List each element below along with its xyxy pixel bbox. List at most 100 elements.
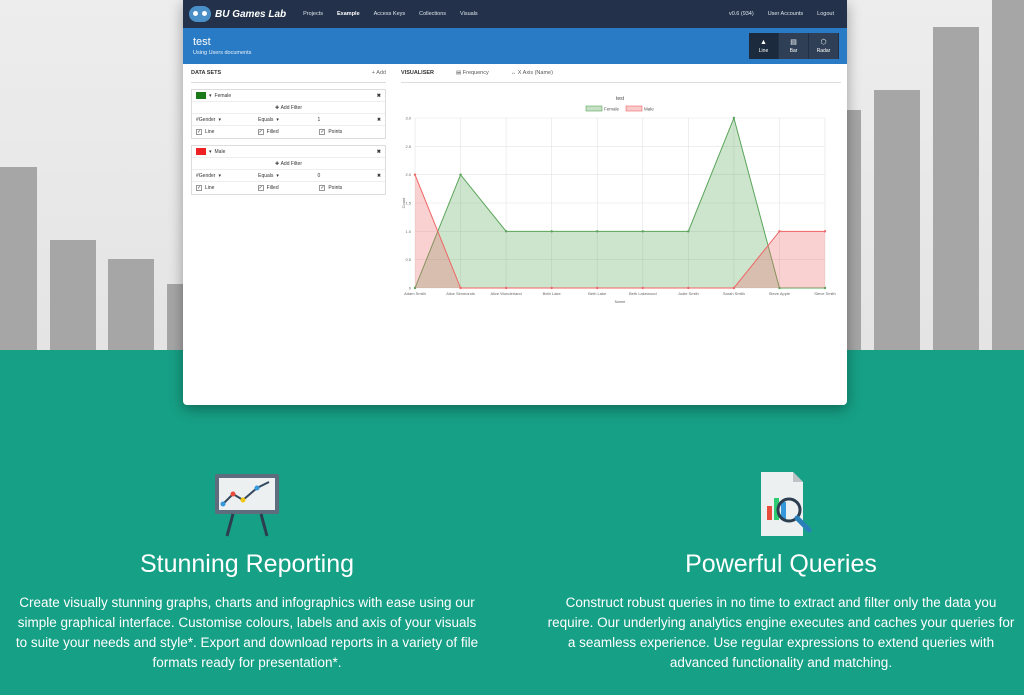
x-tick-label: Jodie Smith (678, 291, 699, 296)
chart-type-label: Radar (816, 48, 831, 54)
chart-type-radar-button[interactable]: ⬡ Radar (809, 33, 839, 59)
y-tick-label: 0.5 (405, 257, 411, 262)
x-tick-label: Alice Simmonds (446, 291, 475, 296)
y-tick-label: 2.0 (405, 172, 411, 177)
filter-operator-select[interactable]: Equals ▾ (258, 117, 317, 123)
close-icon[interactable]: ✖ (377, 117, 381, 123)
x-tick-label: Adam Smith (404, 291, 426, 296)
data-point (732, 286, 736, 290)
chart-type-label: Bar (789, 48, 798, 54)
filter-value-input[interactable]: 0 (317, 173, 376, 179)
y-tick-label: 1.5 (405, 201, 411, 206)
data-point (550, 230, 553, 233)
option-line-checkbox[interactable]: ✓ Line (196, 129, 258, 135)
nav-user-accounts[interactable]: User Accounts (761, 11, 810, 17)
nav-logout[interactable]: Logout (810, 11, 841, 17)
arrows-icon: ↔ (510, 70, 518, 76)
filter-field-select[interactable]: Gender ▾ (199, 117, 258, 123)
option-line-checkbox[interactable]: ✓ Line (196, 185, 258, 191)
filter-value-input[interactable]: 1 (317, 117, 376, 123)
color-swatch[interactable] (196, 92, 206, 99)
dataset-name[interactable]: Male (215, 149, 226, 155)
legend-swatch (625, 105, 643, 112)
area-chart: test Female Male 0 0.5 1.0 1.5 2.0 2.5 3.0 Adam Sm… (401, 96, 836, 304)
data-point (459, 286, 462, 290)
close-icon[interactable]: ✖ (377, 93, 381, 99)
data-point (687, 286, 690, 290)
color-swatch[interactable] (196, 148, 206, 155)
data-point (823, 230, 827, 233)
feature-title: Powerful Queries (685, 550, 877, 578)
logo[interactable]: BU Games Lab (189, 6, 286, 22)
filter-operator-select[interactable]: Equals ▾ (258, 173, 317, 179)
document-search-icon (761, 472, 812, 536)
robot-logo-icon (189, 6, 211, 22)
app-screenshot: BU Games Lab Projects Example Access Key… (183, 0, 847, 405)
y-tick-label: 3.0 (405, 116, 411, 121)
add-dataset-button[interactable]: + Add (372, 70, 386, 76)
logo-text: BU Games Lab (215, 8, 287, 20)
feature-stunning-reporting: Stunning Reporting Create visually stunn… (12, 470, 482, 673)
filter-field-select[interactable]: Gender ▾ (199, 173, 258, 179)
caret-down-icon[interactable]: ▾ (209, 149, 212, 155)
dataset-name[interactable]: Female (215, 93, 232, 99)
caret-down-icon[interactable]: ▾ (209, 93, 212, 99)
chart-type-line-button[interactable]: ▲ Line (749, 33, 779, 59)
nav-visuals[interactable]: Visuals (453, 11, 485, 17)
x-tick-label: Alice Wonderland (490, 291, 521, 296)
add-filter-button[interactable]: Add Filter (281, 105, 302, 111)
add-filter-button[interactable]: Add Filter (281, 161, 302, 167)
x-tick-label: Steve Apple (769, 291, 791, 296)
background-bar (108, 259, 154, 350)
dataset-card-female: ▾ Female ✖ ✚ Add Filter # Gender ▾ Equals… (191, 89, 386, 139)
version-label: v0.6 (934) (728, 11, 754, 17)
data-point (413, 173, 417, 176)
chart-title: test (616, 96, 625, 102)
y-axis-label: Count (401, 197, 406, 209)
background-bar (992, 0, 1024, 350)
feature-title: Stunning Reporting (139, 550, 355, 578)
nav-example[interactable]: Example (330, 11, 367, 17)
legend-label: Male (644, 107, 654, 112)
data-point (778, 230, 781, 233)
y-tick-label: 2.5 (405, 144, 411, 149)
x-tick-label: Steve Smith (814, 291, 836, 296)
x-axis-label: Name (615, 299, 626, 304)
y-tick-label: 1.0 (405, 229, 411, 234)
dataset-card-male: ▾ Male ✖ ✚ Add Filter # Gender ▾ Equals ▾ … (191, 145, 386, 195)
visualiser-title: VISUALISER (401, 70, 435, 76)
page-title: test (193, 36, 211, 48)
chart-type-label: Line (758, 47, 769, 54)
data-point (596, 286, 599, 290)
data-point (550, 286, 553, 290)
background-bar (933, 27, 979, 350)
data-point (732, 116, 736, 120)
nav-projects[interactable]: Projects (296, 11, 330, 17)
option-filled-checkbox[interactable]: ✓ Filled (257, 185, 320, 191)
page-header: test Using Users documents ▲ Line ▤ Bar … (183, 28, 847, 64)
option-filled-checkbox[interactable]: ✓ Filled (257, 129, 320, 135)
legend-label: Female (604, 107, 620, 112)
data-point (687, 230, 690, 233)
nav-collections[interactable]: Collections (412, 11, 453, 17)
chart-icon: ▤ (456, 70, 463, 76)
option-points-checkbox[interactable]: ✓ Points (319, 185, 381, 191)
feature-powerful-queries: Powerful Queries Construct robust querie… (546, 470, 1016, 673)
visualiser-panel: VISUALISER ▤ Frequency ↔ X Axis (Name) t… (401, 70, 841, 304)
nav-access-keys[interactable]: Access Keys (367, 11, 412, 17)
background-bar (50, 240, 96, 350)
close-icon[interactable]: ✖ (377, 149, 381, 155)
bar-chart-icon: ▤ (790, 39, 797, 46)
option-points-checkbox[interactable]: ✓ Points (319, 129, 381, 135)
x-tick-label: Beth Lake (588, 291, 607, 296)
chart-type-bar-button[interactable]: ▤ Bar (779, 33, 809, 59)
data-point (641, 286, 644, 290)
data-point (641, 230, 644, 233)
chart-type-switcher: ▲ Line ▤ Bar ⬡ Radar (749, 33, 839, 59)
close-icon[interactable]: ✖ (377, 173, 381, 179)
background-bar (874, 90, 920, 350)
data-point (504, 286, 508, 290)
x-axis-option[interactable]: ↔ X Axis (Name) (511, 70, 553, 76)
frequency-option[interactable]: ▤ Frequency (456, 70, 489, 76)
area-chart-icon: ▲ (760, 38, 767, 46)
